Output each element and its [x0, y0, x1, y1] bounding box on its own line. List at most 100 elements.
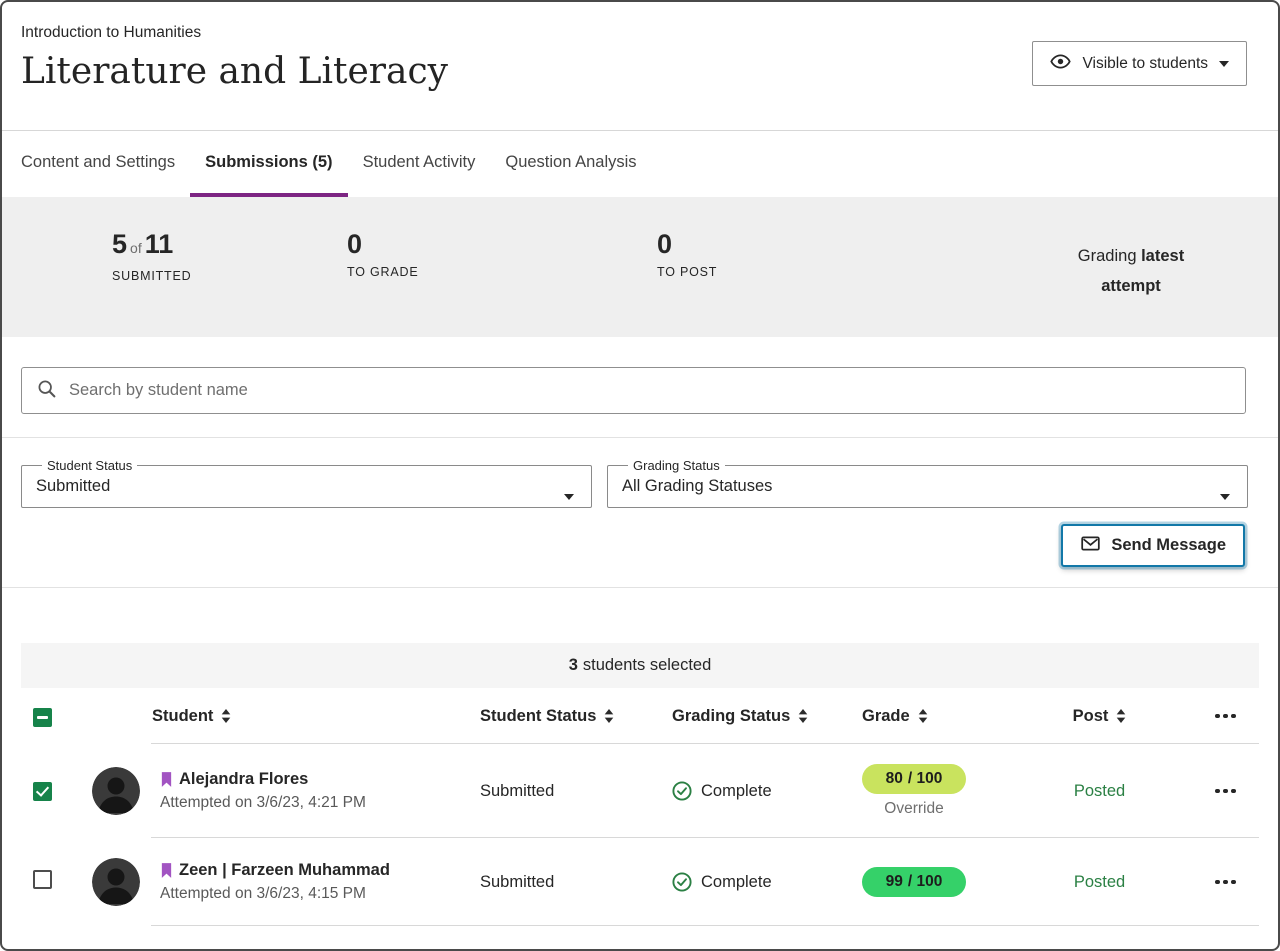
eye-icon: [1050, 51, 1071, 77]
sort-icon: [918, 709, 928, 723]
student-cell: Zeen | Farzeen Muhammad Attempted on 3/6…: [92, 858, 472, 906]
student-status-label: Student Status: [42, 458, 137, 473]
visibility-label: Visible to students: [1082, 55, 1208, 73]
filters-row: Student Status Submitted Grading Status …: [21, 458, 1248, 508]
bookmark-flag-icon: [160, 771, 173, 788]
course-breadcrumb: Introduction to Humanities: [21, 18, 448, 42]
send-message-button[interactable]: Send Message: [1061, 524, 1245, 567]
row-options-menu[interactable]: [1207, 781, 1244, 802]
submitted-label: SUBMITTED: [112, 269, 191, 283]
student-status-value: Submitted: [36, 477, 551, 496]
row-checkbox[interactable]: [33, 870, 52, 889]
grading-page: Introduction to Humanities Literature an…: [0, 0, 1280, 951]
post-status[interactable]: Posted: [1007, 782, 1192, 801]
table-row: Zeen | Farzeen Muhammad Attempted on 3/6…: [21, 838, 1259, 926]
visibility-button[interactable]: Visible to students: [1032, 41, 1247, 86]
complete-check-icon: [672, 781, 692, 801]
student-status-select[interactable]: Student Status Submitted: [21, 458, 592, 508]
grade-cell: 80 / 100 Override: [862, 764, 1007, 818]
grading-status-select[interactable]: Grading Status All Grading Statuses: [607, 458, 1248, 508]
column-header-post[interactable]: Post: [1007, 707, 1192, 726]
column-label: Post: [1073, 707, 1109, 726]
sort-icon: [604, 709, 614, 723]
student-status: Submitted: [472, 782, 672, 801]
chevron-down-icon: [564, 494, 574, 500]
post-status[interactable]: Posted: [1007, 873, 1192, 892]
to-post-count: 0: [657, 229, 717, 259]
envelope-icon: [1080, 533, 1101, 559]
chevron-down-icon: [1219, 61, 1229, 67]
grade-pill[interactable]: 99 / 100: [862, 867, 966, 897]
send-message-label: Send Message: [1111, 536, 1226, 555]
select-all-checkbox[interactable]: [33, 708, 52, 727]
search-icon: [36, 378, 57, 404]
avatar: [92, 858, 140, 906]
tab-bar: Content and Settings Submissions (5) Stu…: [2, 131, 1278, 197]
grading-note-prefix: Grading: [1078, 247, 1137, 265]
stat-to-post: 0 TO POST: [657, 229, 717, 279]
student-info: Zeen | Farzeen Muhammad Attempted on 3/6…: [160, 861, 390, 903]
sort-icon: [798, 709, 808, 723]
column-label: Grade: [862, 707, 910, 726]
search-input[interactable]: [69, 381, 1231, 400]
grading-note: Grading latest attempt: [1056, 241, 1206, 301]
page-header: Introduction to Humanities Literature an…: [2, 2, 1278, 131]
grade-value: 99: [886, 873, 903, 891]
grading-status-value: All Grading Statuses: [622, 477, 1207, 496]
grade-cell: 99 / 100: [862, 867, 1007, 897]
grading-status-cell: Complete: [672, 872, 862, 892]
search-box: [21, 367, 1246, 414]
grading-status: Complete: [701, 782, 772, 801]
grade-pill[interactable]: 80 / 100: [862, 764, 966, 794]
indeterminate-minus-icon: [37, 716, 48, 719]
submitted-total: 11: [145, 229, 174, 259]
grade-value: 80: [886, 770, 903, 788]
column-header-student-status[interactable]: Student Status: [472, 707, 672, 726]
avatar: [92, 767, 140, 815]
column-label: Grading Status: [672, 707, 790, 726]
to-grade-label: TO GRADE: [347, 265, 418, 279]
to-grade-count: 0: [347, 229, 418, 259]
grading-status: Complete: [701, 873, 772, 892]
student-name[interactable]: Alejandra Flores: [179, 770, 308, 789]
attempt-timestamp: Attempted on 3/6/23, 4:15 PM: [160, 885, 390, 903]
grade-max: / 100: [908, 770, 942, 788]
submitted-count: 5: [112, 229, 127, 259]
stats-bar: 5of11 SUBMITTED 0 TO GRADE 0 TO POST Gra…: [2, 197, 1278, 337]
tab-submissions[interactable]: Submissions (5): [190, 131, 347, 197]
submissions-table: 3 students selected Student Student Stat…: [21, 643, 1259, 926]
row-checkbox[interactable]: [33, 782, 52, 801]
to-post-label: TO POST: [657, 265, 717, 279]
grading-status-label: Grading Status: [628, 458, 725, 473]
chevron-down-icon: [1220, 494, 1230, 500]
column-header-student[interactable]: Student: [92, 707, 472, 726]
selected-count: 3: [569, 656, 578, 675]
student-name[interactable]: Zeen | Farzeen Muhammad: [179, 861, 390, 880]
student-rows: Alejandra Flores Attempted on 3/6/23, 4:…: [21, 744, 1259, 926]
row-options-menu[interactable]: [1207, 872, 1244, 893]
submitted-of: of: [130, 240, 142, 256]
sort-icon: [221, 709, 231, 723]
override-label: Override: [862, 800, 966, 818]
page-title: Literature and Literacy: [21, 51, 448, 92]
bookmark-flag-icon: [160, 862, 173, 879]
complete-check-icon: [672, 872, 692, 892]
stat-to-grade: 0 TO GRADE: [347, 229, 418, 279]
header-titles: Introduction to Humanities Literature an…: [21, 18, 448, 92]
table-options-menu[interactable]: [1207, 706, 1244, 727]
column-label: Student Status: [480, 707, 596, 726]
attempt-timestamp: Attempted on 3/6/23, 4:21 PM: [160, 794, 366, 812]
table-row: Alejandra Flores Attempted on 3/6/23, 4:…: [21, 744, 1259, 838]
actions-row: Send Message: [21, 524, 1245, 567]
search-section: [21, 367, 1246, 414]
student-status: Submitted: [472, 873, 672, 892]
tab-student-activity[interactable]: Student Activity: [348, 131, 491, 197]
column-label: Student: [152, 707, 213, 726]
tab-content-and-settings[interactable]: Content and Settings: [21, 131, 190, 197]
column-header-grade[interactable]: Grade: [862, 707, 1007, 726]
stat-submitted: 5of11 SUBMITTED: [112, 229, 191, 283]
tab-question-analysis[interactable]: Question Analysis: [490, 131, 651, 197]
grade-max: / 100: [908, 873, 942, 891]
sort-icon: [1116, 709, 1126, 723]
column-header-grading-status[interactable]: Grading Status: [672, 707, 862, 726]
